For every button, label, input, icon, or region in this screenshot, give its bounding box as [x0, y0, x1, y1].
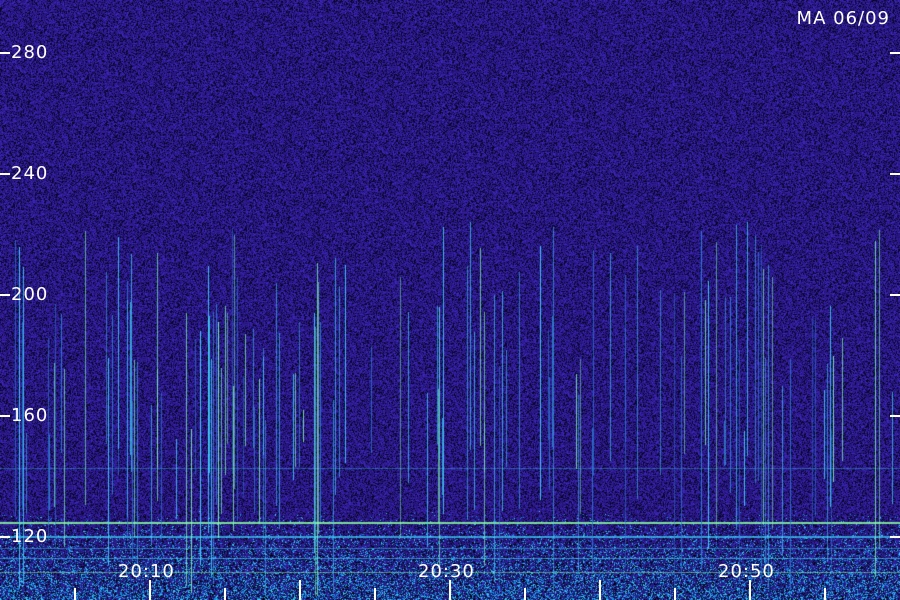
spectrogram-canvas	[0, 0, 900, 600]
